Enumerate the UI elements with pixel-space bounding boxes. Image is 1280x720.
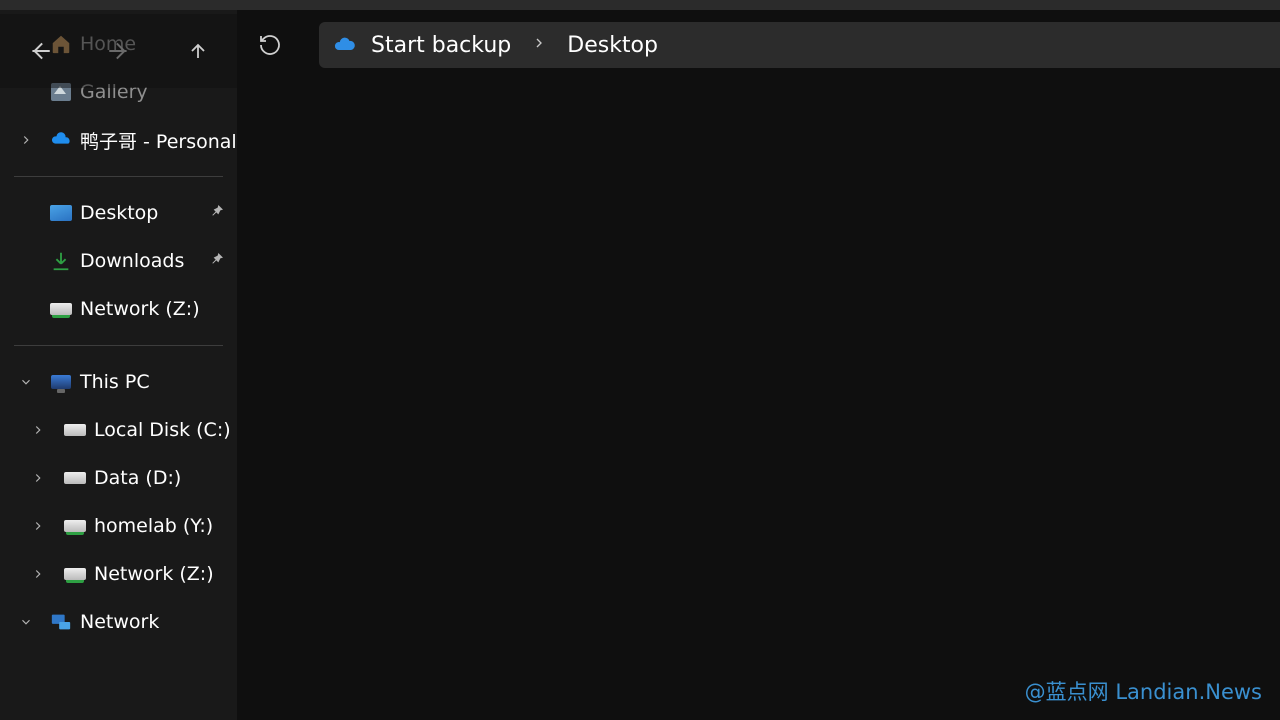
sidebar-item-label: Local Disk (C:): [94, 419, 231, 441]
sidebar-item-label: This PC: [80, 371, 150, 393]
chevron-down-icon[interactable]: [14, 615, 38, 629]
sidebar-item-downloads[interactable]: Downloads: [0, 237, 237, 285]
window-top-strip: [0, 0, 1280, 10]
onedrive-icon: [50, 129, 72, 151]
sidebar-item-label: Network (Z:): [94, 563, 214, 585]
sidebar-item-label: 鸭子哥 - Personal: [80, 127, 237, 154]
desktop-folder-icon: [50, 202, 72, 224]
watermark: @蓝点网 Landian.News: [1025, 676, 1262, 706]
this-pc-icon: [50, 371, 72, 393]
sidebar-item-label: Downloads: [80, 250, 184, 272]
chevron-right-icon[interactable]: [14, 133, 38, 147]
chevron-down-icon[interactable]: [14, 375, 38, 389]
back-button[interactable]: [16, 27, 64, 75]
network-drive-icon: [50, 298, 72, 320]
breadcrumb-start-backup[interactable]: Start backup: [371, 33, 511, 58]
sidebar-item-label: Desktop: [80, 202, 158, 224]
sidebar-item-data-d[interactable]: Data (D:): [0, 454, 237, 502]
chevron-right-icon[interactable]: [26, 567, 50, 581]
content-area: Start backup Desktop @蓝点网 Landian.News: [237, 10, 1280, 720]
network-drive-icon: [64, 515, 86, 537]
sidebar-item-this-pc[interactable]: This PC: [0, 358, 237, 406]
cloud-sync-icon: [333, 33, 357, 57]
sidebar-item-desktop[interactable]: Desktop: [0, 189, 237, 237]
sidebar-item-local-disk-c[interactable]: Local Disk (C:): [0, 406, 237, 454]
sidebar-divider: [14, 345, 223, 346]
sidebar-item-network-z[interactable]: Network (Z:): [0, 550, 237, 598]
network-icon: [50, 611, 72, 633]
toolbar: Start backup Desktop: [237, 10, 1280, 80]
sidebar-item-label: homelab (Y:): [94, 515, 213, 537]
sidebar-item-label: Network: [80, 611, 159, 633]
breadcrumb-current[interactable]: Desktop: [567, 33, 658, 58]
sidebar: Home Gallery 鸭子哥 - Personal Desktop: [0, 10, 237, 720]
forward-button[interactable]: [95, 27, 143, 75]
chevron-right-icon[interactable]: [26, 519, 50, 533]
sidebar-divider: [14, 176, 223, 177]
refresh-button[interactable]: [249, 24, 291, 66]
watermark-text-2: Landian.News: [1115, 680, 1262, 704]
pin-icon[interactable]: [209, 251, 225, 271]
chevron-right-icon[interactable]: [26, 423, 50, 437]
up-button[interactable]: [174, 27, 222, 75]
sidebar-item-homelab-y[interactable]: homelab (Y:): [0, 502, 237, 550]
sidebar-item-label: Data (D:): [94, 467, 181, 489]
sidebar-item-network-z-quick[interactable]: Network (Z:): [0, 285, 237, 333]
sidebar-item-onedrive-personal[interactable]: 鸭子哥 - Personal: [0, 116, 237, 164]
downloads-icon: [50, 250, 72, 272]
sidebar-item-label: Network (Z:): [80, 298, 200, 320]
local-disk-icon: [64, 419, 86, 441]
breadcrumb[interactable]: Start backup Desktop: [319, 22, 1280, 68]
network-drive-icon: [64, 563, 86, 585]
nav-buttons-overlay: [0, 14, 238, 88]
chevron-right-icon[interactable]: [26, 471, 50, 485]
sidebar-item-network[interactable]: Network: [0, 598, 237, 646]
pin-icon[interactable]: [209, 203, 225, 223]
local-disk-icon: [64, 467, 86, 489]
chevron-right-icon[interactable]: [525, 35, 553, 56]
folder-contents[interactable]: [237, 80, 1280, 720]
watermark-text-1: @蓝点网: [1025, 680, 1116, 704]
